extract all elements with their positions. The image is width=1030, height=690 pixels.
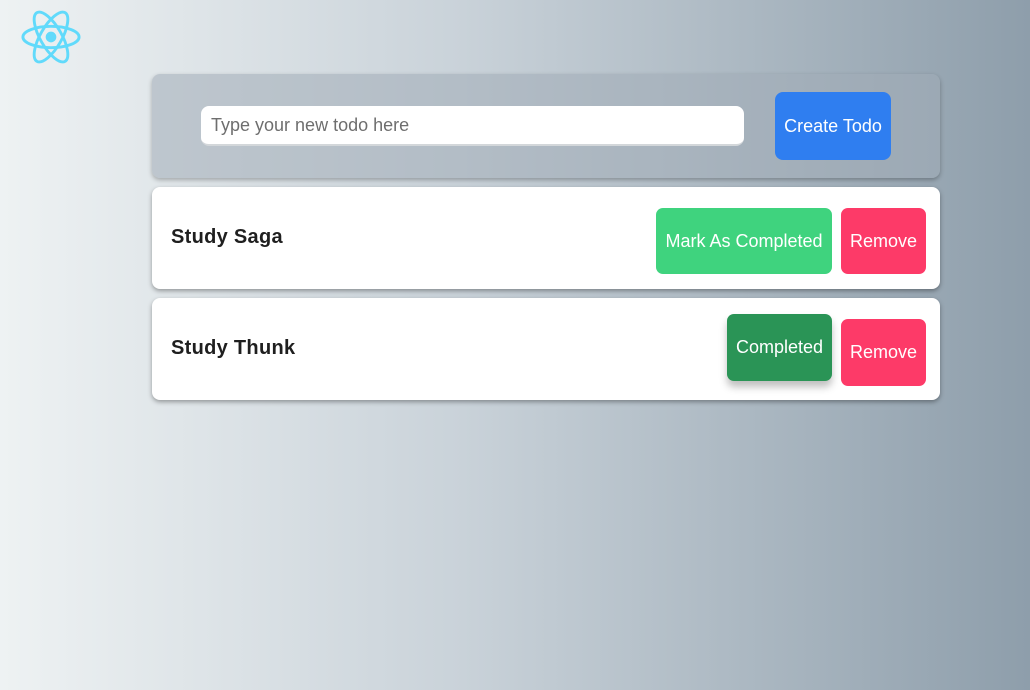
new-todo-input[interactable] — [201, 106, 744, 146]
react-logo-icon — [21, 10, 81, 64]
remove-button[interactable]: Remove — [841, 319, 926, 386]
remove-button[interactable]: Remove — [841, 208, 926, 274]
new-todo-panel: Create Todo — [152, 74, 940, 178]
todo-item: Study Saga Mark As Completed Remove — [152, 187, 940, 289]
todo-title: Study Thunk — [171, 337, 296, 359]
todo-title: Study Saga — [171, 226, 283, 248]
completed-button[interactable]: Completed — [727, 314, 832, 381]
todo-item: Study Thunk Completed Remove — [152, 298, 940, 400]
create-todo-button[interactable]: Create Todo — [775, 92, 891, 160]
mark-as-completed-button[interactable]: Mark As Completed — [656, 208, 832, 274]
